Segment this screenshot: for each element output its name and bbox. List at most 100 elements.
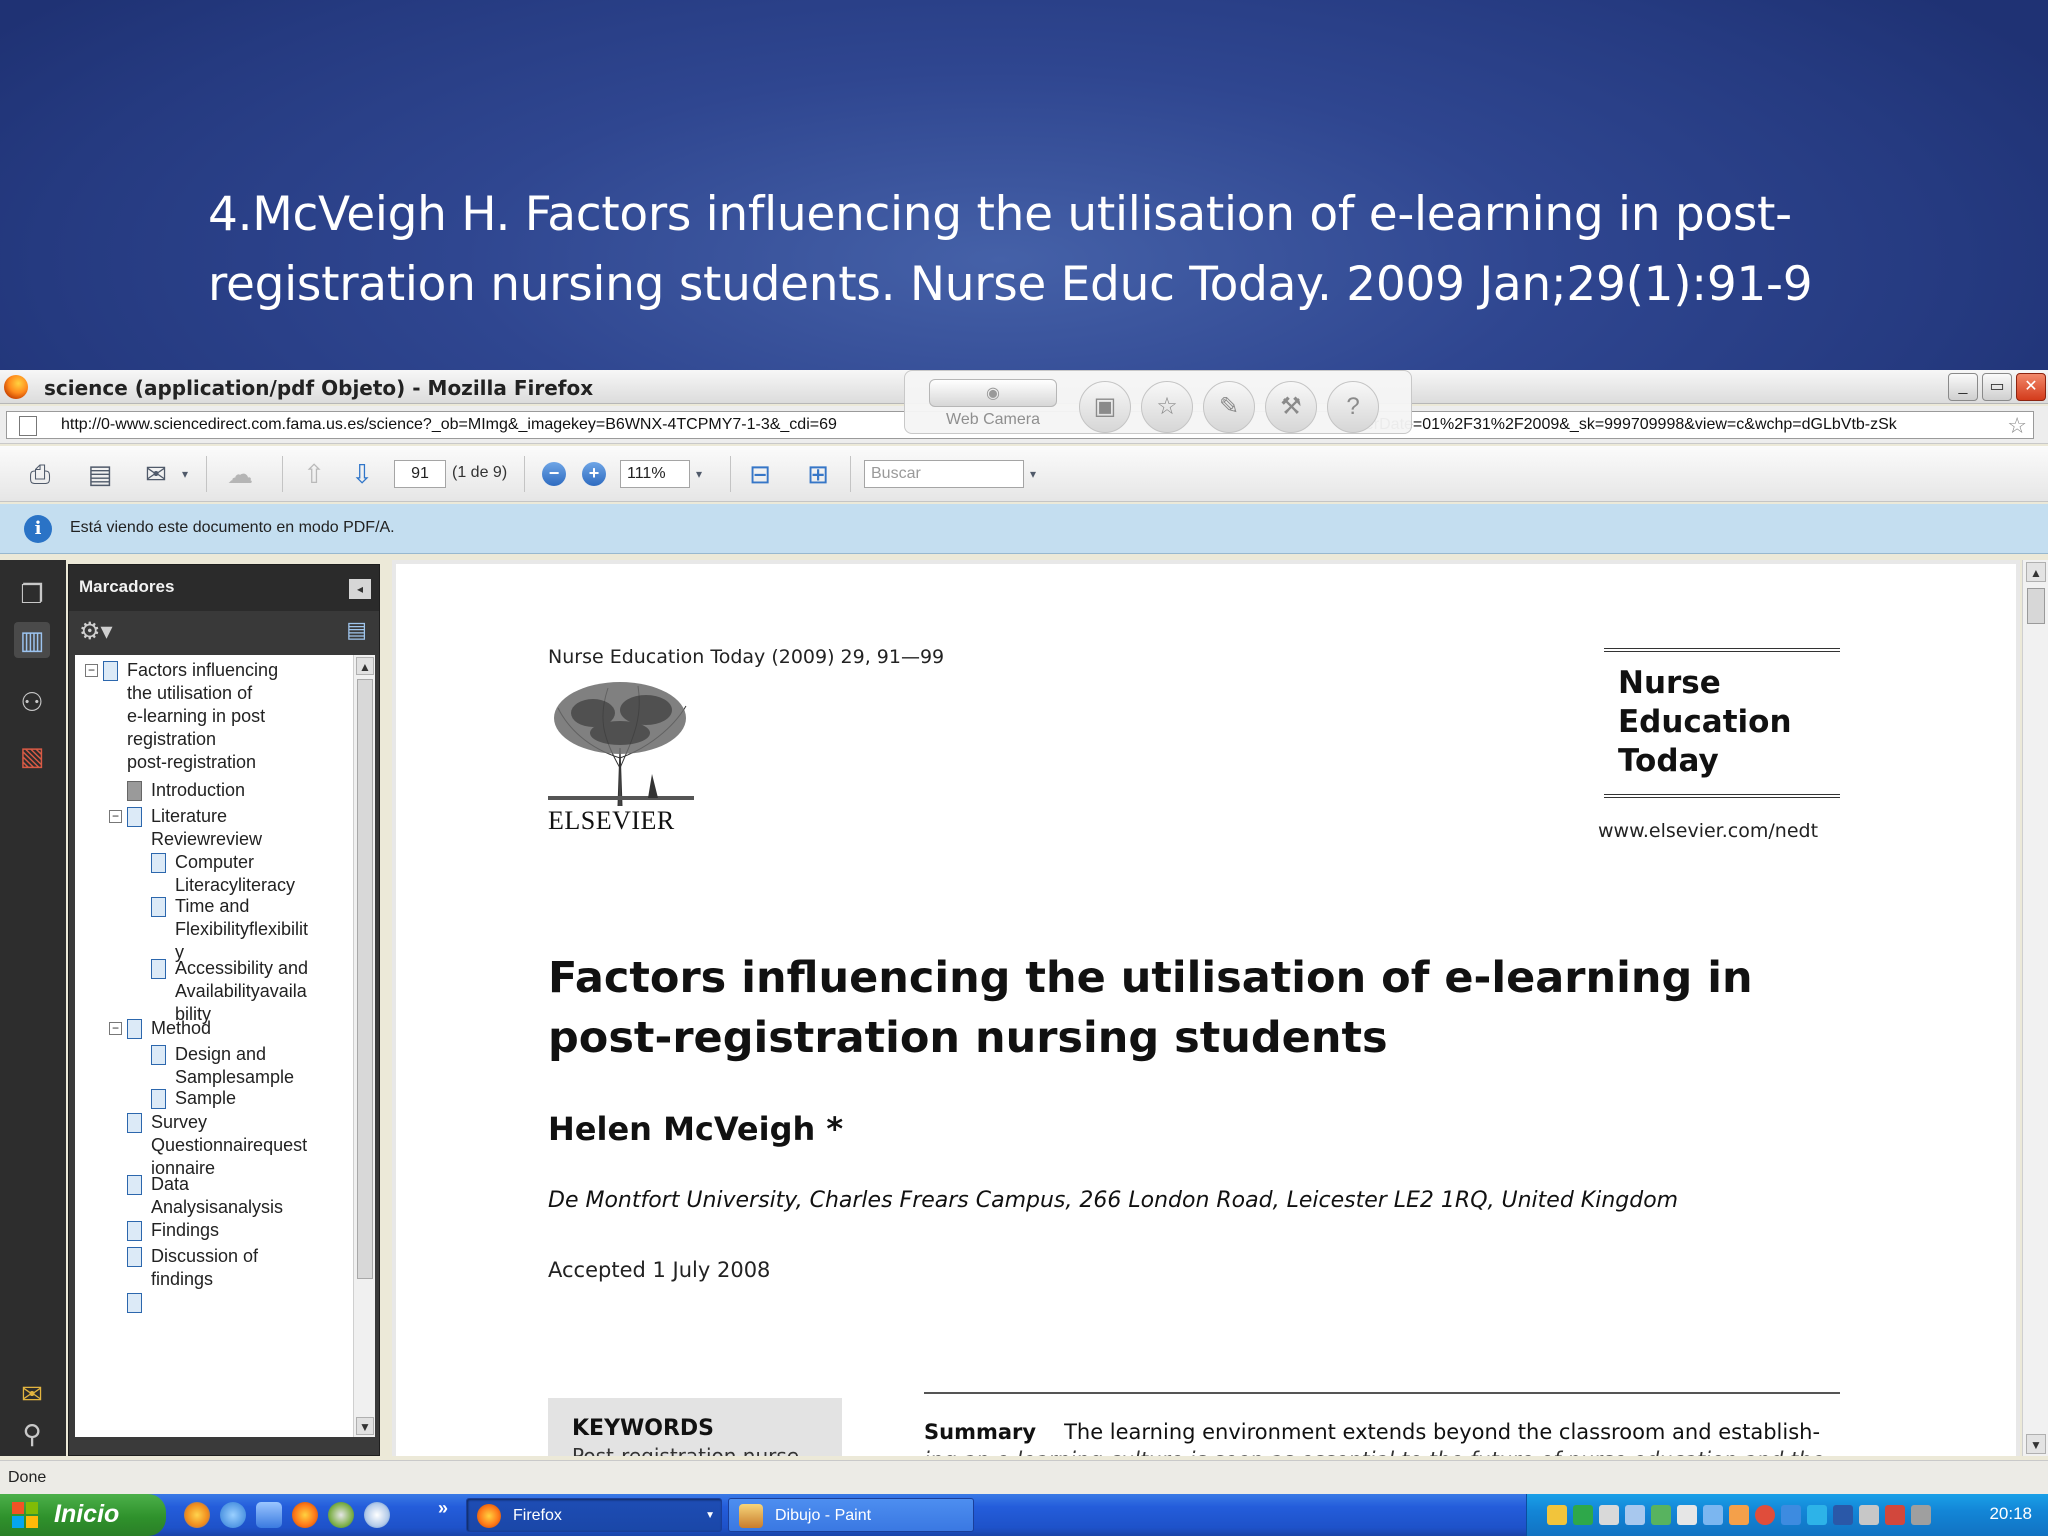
bookmark-label: Method <box>151 1018 212 1038</box>
app-tray-icon[interactable] <box>1781 1505 1801 1525</box>
bookmark-item[interactable]: Findings <box>75 1219 355 1242</box>
bookmark-item[interactable]: Sample <box>75 1087 355 1110</box>
next-page-icon[interactable]: ⇩ <box>344 456 380 492</box>
comment-icon[interactable]: ☁ <box>222 456 258 492</box>
taskbar-firefox[interactable]: Firefox ▼ <box>466 1498 722 1532</box>
doc-scroll-up-icon[interactable]: ▲ <box>2026 562 2046 582</box>
bookmark-item[interactable]: Discussion of findings <box>75 1245 355 1291</box>
camera-tray-icon[interactable] <box>1625 1505 1645 1525</box>
previous-page-icon[interactable]: ⇧ <box>296 456 332 492</box>
fit-width-icon[interactable]: ⊟ <box>742 456 778 492</box>
bookmark-item[interactable]: Computer Literacyliteracy <box>75 851 355 897</box>
chevron-down-icon[interactable]: ▾ <box>178 456 192 492</box>
bookmark-item[interactable]: − Factors influencing the utilisation of e-… <box>75 659 355 774</box>
start-button[interactable]: Inicio <box>0 1494 166 1536</box>
star-icon[interactable]: ☆ <box>1141 381 1193 433</box>
taskbar-paint[interactable]: Dibujo - Paint <box>728 1498 974 1532</box>
gear-icon[interactable]: ⚙▾ <box>79 617 113 646</box>
search-dropdown-icon[interactable]: ▾ <box>1026 456 1040 492</box>
monitor-tray-icon[interactable] <box>1833 1505 1853 1525</box>
pdf-toolbar: ⎙ ▤ ✉ ▾ ☁ ⇧ ⇩ 91 (1 de 9) − + 111% ▾ ⊟ ⊞… <box>0 446 2048 502</box>
wrench-icon[interactable]: ⚒ <box>1265 381 1317 433</box>
help-icon[interactable]: ? <box>1327 381 1379 433</box>
display-tray-icon[interactable] <box>1677 1505 1697 1525</box>
bluetooth-tray-icon[interactable] <box>1703 1505 1723 1525</box>
messenger-tray-icon[interactable] <box>1729 1505 1749 1525</box>
bookmark-item[interactable]: Design and Samplesample <box>75 1043 355 1089</box>
minimize-button[interactable]: _ <box>1948 373 1978 401</box>
bookmark-label: Accessibility and <box>175 958 309 978</box>
bookmarks-icon[interactable]: ▥ <box>14 622 50 658</box>
bookmark-label: Survey <box>151 1112 208 1132</box>
binoculars-icon[interactable]: ⚇ <box>14 684 50 720</box>
zoom-dropdown-icon[interactable]: ▾ <box>692 456 706 492</box>
fit-page-icon[interactable]: ⊞ <box>800 456 836 492</box>
journal-logo-box: Nurse Education Today <box>1604 648 1840 798</box>
document-viewport: Nurse Education Today (2009) 29, 91—99 E… <box>392 560 2020 1456</box>
slide-title-line-2: registration nursing students. Nurse Edu… <box>208 257 1813 312</box>
bookmarks-scrollbar[interactable]: ▲ ▼ <box>353 655 375 1437</box>
new-bookmark-icon[interactable]: ▤ <box>346 617 367 643</box>
more-quicklaunch-icon[interactable]: » <box>438 1498 448 1519</box>
firefox-quicklaunch-icon[interactable] <box>292 1502 318 1528</box>
zoom-in-icon[interactable]: + <box>582 462 606 486</box>
bookmark-item[interactable]: − Method <box>75 1017 355 1040</box>
page-number-input[interactable]: 91 <box>394 460 446 488</box>
edit-icon[interactable]: ✎ <box>1203 381 1255 433</box>
scroll-down-icon[interactable]: ▼ <box>356 1417 374 1435</box>
bookmark-item[interactable]: Data Analysisanalysis <box>75 1173 355 1219</box>
bookmark-label: e-learning in post <box>127 706 266 726</box>
save-icon[interactable]: ▤ <box>82 456 118 492</box>
doc-scroll-down-icon[interactable]: ▼ <box>2026 1434 2046 1454</box>
restore-button[interactable]: ▭ <box>1982 373 2012 401</box>
ie-quicklaunch-icon[interactable] <box>220 1502 246 1528</box>
collapse-toggle-icon[interactable]: − <box>85 664 98 677</box>
collapse-toggle-icon[interactable]: − <box>109 1022 122 1035</box>
connection-tray-icon[interactable] <box>1807 1505 1827 1525</box>
explorer-quicklaunch-icon[interactable] <box>256 1502 282 1528</box>
sync-tray-icon[interactable] <box>1651 1505 1671 1525</box>
zoom-out-icon[interactable]: − <box>542 462 566 486</box>
document-scrollbar[interactable]: ▲ ▼ <box>2022 560 2048 1456</box>
scroll-up-icon[interactable]: ▲ <box>356 657 374 675</box>
network-tray-icon[interactable] <box>1573 1505 1593 1525</box>
media-quicklaunch-icon[interactable] <box>328 1502 354 1528</box>
bookmark-item[interactable]: Survey Questionnairequest ionnaire <box>75 1111 355 1180</box>
close-button[interactable]: ✕ <box>2016 373 2046 401</box>
share-icon[interactable]: ✉ <box>138 456 174 492</box>
presentation-icon[interactable]: ▣ <box>1079 381 1131 433</box>
collapse-toggle-icon[interactable]: − <box>109 810 122 823</box>
elsevier-tree-logo <box>548 682 694 806</box>
bookmark-icon <box>127 807 142 827</box>
bookmark-label: Literacyliteracy <box>175 875 296 895</box>
bookmark-item[interactable]: − Literature Reviewreview <box>75 805 355 851</box>
mail-quicklaunch-icon[interactable] <box>364 1502 390 1528</box>
bookmark-item[interactable]: Time and Flexibilityflexibilit y <box>75 895 355 964</box>
bookmark-item[interactable]: Accessibility and Availabilityavaila bilit… <box>75 957 355 1026</box>
bookmark-item[interactable]: Introduction <box>75 779 355 802</box>
comments-icon[interactable]: ✉ <box>14 1376 50 1412</box>
info-message: Está viendo este documento en modo PDF/A… <box>70 519 395 536</box>
pages-icon[interactable]: ❐ <box>14 576 50 612</box>
security-tray-icon[interactable] <box>1547 1505 1567 1525</box>
attachments-icon[interactable]: ⚲ <box>14 1416 50 1452</box>
toolbar-separator <box>282 456 283 492</box>
article-author: Helen McVeigh * <box>548 1110 844 1148</box>
bookmark-item-partial[interactable] <box>75 1291 355 1313</box>
power-tray-icon[interactable] <box>1911 1505 1931 1525</box>
scroll-thumb[interactable] <box>357 679 373 1279</box>
update-tray-icon[interactable] <box>1599 1505 1619 1525</box>
usb-tray-icon[interactable] <box>1859 1505 1879 1525</box>
webcam-button[interactable]: ◉ <box>929 379 1057 407</box>
collapse-panel-button[interactable]: ◂ <box>349 579 371 599</box>
zoom-select[interactable]: 111% <box>620 460 690 488</box>
doc-scroll-thumb[interactable] <box>2027 588 2045 624</box>
chrome-quicklaunch-icon[interactable] <box>184 1502 210 1528</box>
print-icon[interactable]: ⎙ <box>22 456 58 492</box>
volume-tray-icon[interactable] <box>1885 1505 1905 1525</box>
bookmark-star-icon[interactable]: ☆ <box>2007 413 2027 439</box>
antivirus-tray-icon[interactable] <box>1755 1505 1775 1525</box>
toolbar-separator <box>206 456 207 492</box>
pdf-info-icon[interactable]: ▧ <box>14 738 50 774</box>
search-input[interactable]: Buscar <box>864 460 1024 488</box>
